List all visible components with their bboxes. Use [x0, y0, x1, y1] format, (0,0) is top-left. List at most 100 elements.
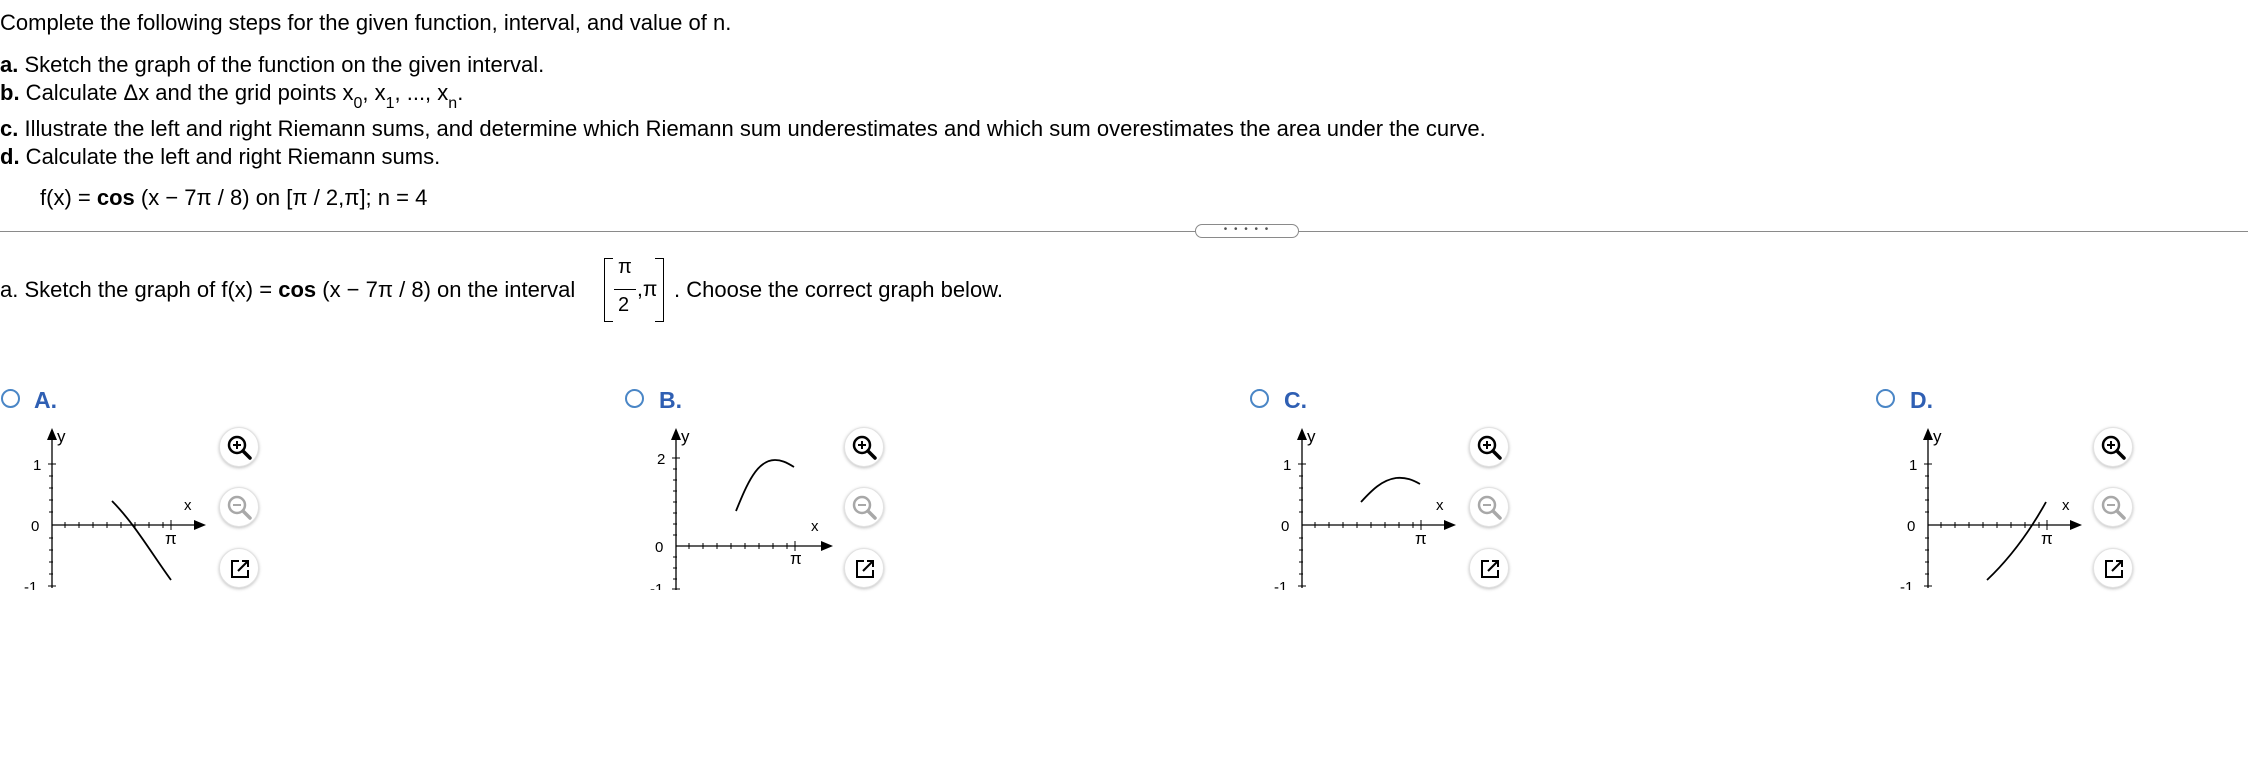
section-divider: [0, 231, 2248, 232]
option-a-zoom-out-button[interactable]: [219, 487, 259, 527]
step-a-letter: a.: [0, 52, 19, 77]
open-external-icon: [231, 560, 249, 578]
option-a-open-graph-button[interactable]: [219, 548, 259, 588]
function-suffix: (x − 7π / 8) on [π / 2,π]; n = 4: [134, 185, 428, 210]
y-axis-label: y: [57, 427, 66, 446]
y-axis-arrow: [1923, 428, 1933, 440]
interval-frac-num: π: [618, 256, 632, 278]
zoom-in-icon: [1477, 435, 1502, 460]
step-d: d. Calculate the left and right Riemann …: [0, 144, 440, 170]
question-middle: (x − 7π / 8) on the interval: [316, 277, 576, 302]
interval-left-bracket: [604, 258, 613, 322]
x-tick-label-pi: π: [790, 549, 802, 568]
option-d-graph: y 1 0 -1 x π: [1900, 427, 2082, 590]
function-prefix: f(x) =: [40, 185, 97, 210]
y-tick-label-bottom: -1: [1900, 579, 1913, 590]
option-d-zoom-in-button[interactable]: [2093, 427, 2133, 467]
y-tick-label-top: 2: [657, 451, 665, 468]
zoom-out-icon: [1477, 495, 1502, 520]
y-axis-label: y: [681, 427, 690, 446]
option-b-graph: y 2 0 -1 x π: [650, 427, 833, 590]
option-c-zoom-out-button[interactable]: [1469, 487, 1509, 527]
step-b-text: Calculate Δx and the grid points x: [19, 80, 354, 105]
question-suffix: . Choose the correct graph below.: [674, 277, 1003, 302]
y-tick-label-bottom: -1: [1274, 579, 1287, 590]
curve: [1360, 476, 1421, 503]
option-d-zoom-out-button[interactable]: [2093, 487, 2133, 527]
step-a-text: Sketch the graph of the function on the …: [18, 52, 545, 77]
step-d-letter: d.: [0, 144, 20, 169]
y-tick-label-zero: 0: [655, 539, 663, 556]
option-a-radio[interactable]: [1, 389, 20, 408]
x-tick-label-pi: π: [2041, 529, 2053, 548]
step-b: b. Calculate Δx and the grid points x0, …: [0, 80, 464, 112]
y-tick-label-bottom: -1: [650, 581, 663, 590]
x-tick-label-pi: π: [1415, 529, 1427, 548]
step-a: a. Sketch the graph of the function on t…: [0, 52, 544, 78]
step-c-letter: c.: [0, 116, 19, 141]
zoom-in-icon: [227, 435, 252, 460]
curve: [111, 500, 172, 581]
option-d-open-graph-button[interactable]: [2093, 548, 2133, 588]
x-axis-arrow: [194, 520, 206, 530]
zoom-out-icon: [852, 495, 877, 520]
question-prefix: a. Sketch the graph of f(x) =: [0, 277, 279, 302]
option-b-radio[interactable]: [625, 389, 644, 408]
y-tick-label-zero: 0: [31, 518, 39, 535]
y-axis-arrow: [671, 428, 681, 440]
option-b-letter[interactable]: B.: [659, 387, 682, 413]
step-b-subn: n: [448, 95, 458, 112]
zoom-in-icon: [2101, 435, 2126, 460]
x-axis-arrow: [1444, 520, 1456, 530]
option-d-letter[interactable]: D.: [1910, 387, 1933, 413]
option-b-open-graph-button[interactable]: [844, 548, 884, 588]
y-tick-label-top: 1: [1283, 457, 1291, 474]
y-tick-label-top: 1: [1909, 457, 1917, 474]
y-tick-label-zero: 0: [1907, 518, 1915, 535]
step-b-sub0: 0: [353, 95, 363, 112]
y-tick-label-top: 1: [33, 457, 41, 474]
y-axis-label: y: [1933, 427, 1942, 446]
option-c-radio[interactable]: [1250, 389, 1269, 408]
x-axis-label: x: [1436, 497, 1444, 514]
option-c-open-graph-button[interactable]: [1469, 548, 1509, 588]
y-tick-label-zero: 0: [1281, 518, 1289, 535]
step-b-sep2: , ..., x: [394, 80, 449, 105]
option-c-letter[interactable]: C.: [1284, 387, 1307, 413]
interval-frac-bar: [614, 289, 636, 290]
x-axis-arrow: [2070, 520, 2082, 530]
x-axis-label: x: [184, 497, 192, 514]
option-c-graph: y 1 0 -1 x π: [1274, 427, 1456, 590]
open-external-icon: [2105, 560, 2123, 578]
option-d-radio[interactable]: [1876, 389, 1895, 408]
option-a-zoom-in-button[interactable]: [219, 427, 259, 467]
step-c: c. Illustrate the left and right Riemann…: [0, 116, 1486, 142]
step-b-end: .: [457, 80, 464, 105]
option-a-letter[interactable]: A.: [34, 387, 57, 413]
option-b-zoom-out-button[interactable]: [844, 487, 884, 527]
x-axis-arrow: [821, 541, 833, 551]
zoom-out-icon: [227, 495, 252, 520]
zoom-in-icon: [852, 435, 877, 460]
function-cos: cos: [96, 185, 135, 210]
step-b-sub1: 1: [385, 95, 395, 112]
open-external-icon: [1481, 560, 1499, 578]
option-b-zoom-in-button[interactable]: [844, 427, 884, 467]
curve: [1986, 501, 2047, 581]
x-axis-label: x: [2062, 497, 2070, 514]
x-tick-label-pi: π: [165, 529, 177, 548]
question-text-start: a. Sketch the graph of f(x) = cos (x − 7…: [0, 277, 575, 303]
divider-drag-handle[interactable]: • • • • •: [1195, 224, 1299, 238]
intro-text: Complete the following steps for the giv…: [0, 10, 732, 35]
open-external-icon: [856, 560, 874, 578]
y-axis-label: y: [1307, 427, 1316, 446]
option-c-zoom-in-button[interactable]: [1469, 427, 1509, 467]
curve: [735, 459, 795, 512]
option-a-graph: y 1 0 -1 x π: [24, 427, 206, 590]
step-d-text: Calculate the left and right Riemann sum…: [19, 144, 441, 169]
y-tick-label-bottom: -1: [24, 579, 37, 590]
interval-frac-den: 2: [618, 294, 630, 316]
step-c-text: Illustrate the left and right Riemann su…: [18, 116, 1486, 141]
x-axis-label: x: [811, 518, 819, 535]
y-axis-arrow: [1297, 428, 1307, 440]
